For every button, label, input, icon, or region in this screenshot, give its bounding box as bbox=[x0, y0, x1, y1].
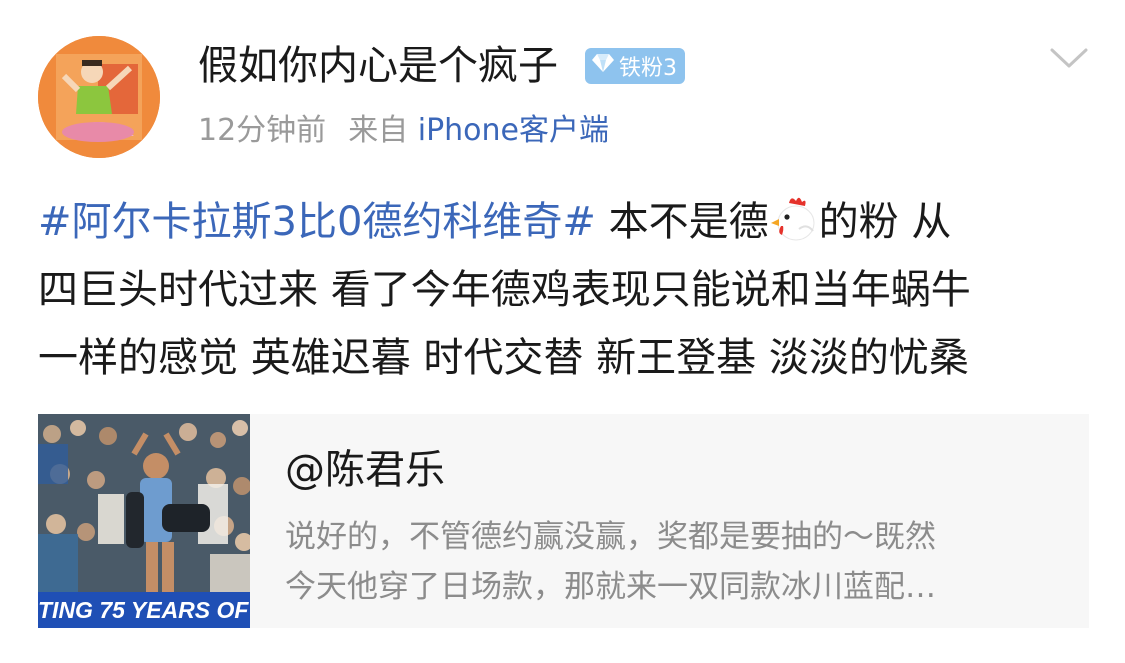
chicken-emoji-icon bbox=[769, 193, 819, 243]
post-text: #阿尔卡拉斯3比0德约科维奇# 本不是德 的粉 从 四巨头时代过来 看了今年德鸡… bbox=[38, 188, 1088, 392]
username[interactable]: 假如你内心是个疯子 bbox=[198, 40, 558, 92]
source-prefix: 来自 bbox=[348, 113, 409, 148]
card-description: 说好的，不管德约赢没赢，奖都是要抽的～既然 今天他穿了日场款，那就来一双同款冰川… bbox=[285, 512, 1065, 612]
post-time: 12分钟前 bbox=[198, 113, 327, 148]
fan-badge[interactable]: 铁粉3 bbox=[585, 48, 685, 84]
linked-post-card[interactable]: TING 75 YEARS OF BRE @陈君乐 说好的，不管德约赢没赢，奖都… bbox=[38, 414, 1089, 628]
chevron-down-icon[interactable] bbox=[1048, 44, 1090, 74]
diamond-icon bbox=[591, 53, 615, 79]
card-thumbnail: TING 75 YEARS OF BRE bbox=[38, 414, 250, 628]
post-line-3: 一样的感觉 英雄迟暮 时代交替 新王登基 淡淡的忧桑 bbox=[38, 335, 969, 381]
source-client-link[interactable]: iPhone客户端 bbox=[418, 113, 609, 148]
post-text-segment: 的粉 从 bbox=[818, 199, 952, 245]
avatar-illustration bbox=[38, 36, 160, 158]
card-desc-line-1: 说好的，不管德约赢没赢，奖都是要抽的～既然 bbox=[285, 519, 936, 555]
thumbnail-banner-text: TING 75 YEARS OF BRE bbox=[38, 597, 250, 623]
card-title[interactable]: @陈君乐 bbox=[285, 444, 445, 496]
card-desc-line-2: 今天他穿了日场款，那就来一双同款冰川蓝配… bbox=[285, 569, 936, 605]
post-line-2: 四巨头时代过来 看了今年德鸡表现只能说和当年蜗牛 bbox=[38, 267, 971, 313]
hashtag-link[interactable]: #阿尔卡拉斯3比0德约科维奇# bbox=[38, 199, 596, 245]
avatar[interactable] bbox=[38, 36, 160, 158]
post-line-1: #阿尔卡拉斯3比0德约科维奇# 本不是德 的粉 从 bbox=[38, 188, 1088, 256]
post-text-segment: 本不是德 bbox=[595, 199, 769, 245]
post-meta: 12分钟前 来自 iPhone客户端 bbox=[198, 110, 609, 152]
badge-label: 铁粉3 bbox=[619, 56, 677, 81]
